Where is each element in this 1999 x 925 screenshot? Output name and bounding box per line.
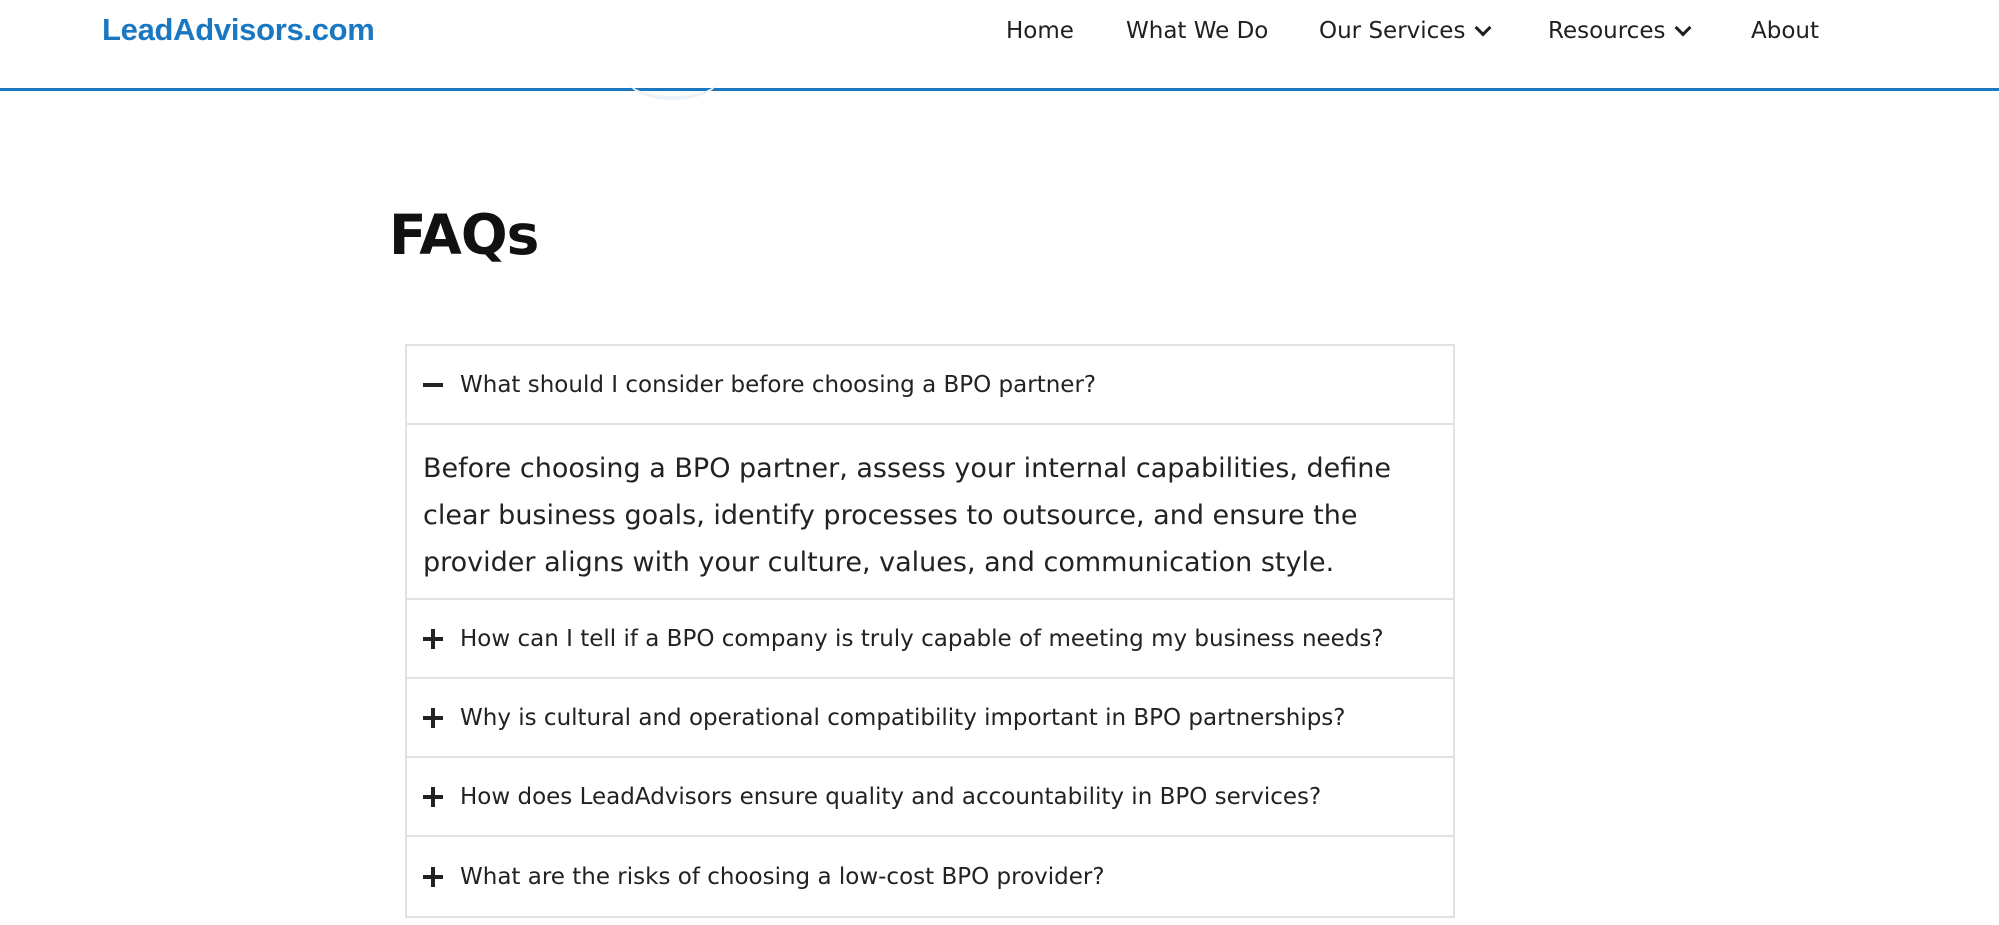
plus-icon <box>423 628 443 649</box>
faq-question-text: What should I consider before choosing a… <box>460 371 1097 398</box>
faq-question[interactable]: Why is cultural and operational compatib… <box>407 679 1453 758</box>
faq-question-text: How can I tell if a BPO company is truly… <box>460 625 1384 652</box>
plus-icon <box>423 707 443 728</box>
site-header: LeadAdvisors.com Home What We Do Our Ser… <box>0 0 1999 91</box>
faq-question[interactable]: What should I consider before choosing a… <box>407 346 1453 425</box>
plus-icon <box>423 866 443 887</box>
faq-question-text: Why is cultural and operational compatib… <box>460 704 1346 731</box>
decorative-arc <box>628 60 718 100</box>
faq-question-text: How does LeadAdvisors ensure quality and… <box>460 783 1322 810</box>
plus-icon <box>423 786 443 807</box>
nav-item-resources[interactable]: Resources <box>1548 18 1692 44</box>
nav-item-about[interactable]: About <box>1751 18 1819 44</box>
nav-item-label: What We Do <box>1126 18 1269 44</box>
site-logo[interactable]: LeadAdvisors.com <box>102 12 375 48</box>
faq-accordion: What should I consider before choosing a… <box>405 344 1455 918</box>
nav-item-home[interactable]: Home <box>1006 18 1074 44</box>
faq-question[interactable]: How can I tell if a BPO company is truly… <box>407 600 1453 679</box>
chevron-down-icon <box>1674 19 1692 37</box>
nav-item-label: About <box>1751 18 1820 44</box>
faq-question-text: What are the risks of choosing a low-cos… <box>460 863 1105 890</box>
faq-question[interactable]: What are the risks of choosing a low-cos… <box>407 837 1453 916</box>
minus-icon <box>423 375 443 395</box>
faq-question[interactable]: How does LeadAdvisors ensure quality and… <box>407 758 1453 837</box>
nav-item-label: Resources <box>1548 18 1666 44</box>
chevron-down-icon <box>1474 19 1492 37</box>
page-title: FAQs <box>389 203 539 267</box>
nav-item-label: Our Services <box>1319 18 1466 44</box>
faq-answer: Before choosing a BPO partner, assess yo… <box>407 425 1453 600</box>
nav-item-what-we-do[interactable]: What We Do <box>1126 18 1268 44</box>
nav-item-our-services[interactable]: Our Services <box>1319 18 1492 44</box>
nav-item-label: Home <box>1006 18 1074 44</box>
